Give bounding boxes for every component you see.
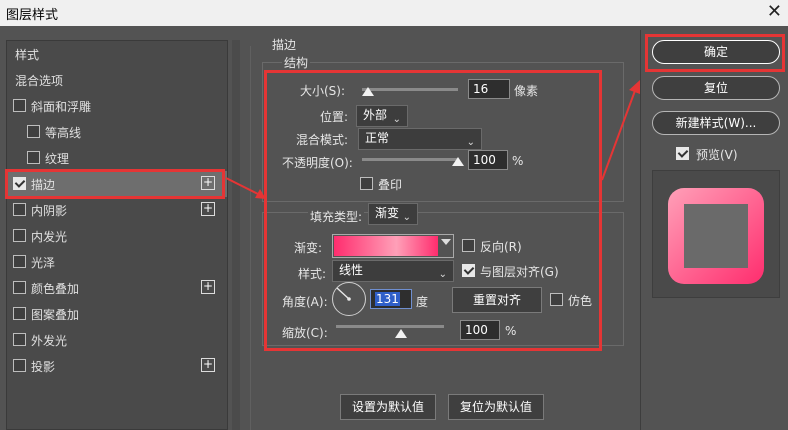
- style-item-label: 图案叠加: [31, 308, 80, 322]
- structure-title: 结构: [282, 54, 311, 71]
- set-default-button[interactable]: 设置为默认值: [340, 394, 436, 420]
- style-list-item[interactable]: 投影 +: [7, 353, 227, 379]
- style-item-label: 等高线: [45, 126, 82, 140]
- style-list: 样式 混合选项 斜面和浮雕 等高线 纹理 描边 + 内阴影 + 内发光 光泽 颜色叠加 + 图案叠加外…: [5, 40, 228, 430]
- style-list-header: 样式: [15, 48, 40, 62]
- style-item-label: 内阴影: [31, 204, 68, 218]
- style-list-item[interactable]: 等高线: [7, 119, 227, 145]
- style-item-label: 颜色叠加: [31, 282, 80, 296]
- ok-button-highlight: [645, 34, 785, 72]
- add-effect-icon[interactable]: +: [201, 280, 215, 294]
- style-item-checkbox[interactable]: [27, 125, 40, 138]
- section-title-stroke: 描边: [272, 38, 297, 52]
- style-list-item[interactable]: 光泽: [7, 249, 227, 275]
- close-icon[interactable]: ✕: [767, 1, 782, 23]
- preview-checkbox[interactable]: [676, 147, 689, 160]
- style-item-checkbox[interactable]: [13, 333, 26, 346]
- style-list-item[interactable]: 内阴影 +: [7, 197, 227, 223]
- selected-item-highlight: [5, 169, 225, 199]
- style-item-checkbox[interactable]: [13, 229, 26, 242]
- new-style-button[interactable]: 新建样式(W)...: [652, 111, 780, 135]
- style-item-checkbox[interactable]: [27, 151, 40, 164]
- style-item-label: 投影: [31, 360, 56, 374]
- style-item-checkbox[interactable]: [13, 99, 26, 112]
- style-item-checkbox[interactable]: [13, 203, 26, 216]
- style-item-label: 斜面和浮雕: [31, 100, 92, 114]
- style-item-label: 光泽: [31, 256, 56, 270]
- annotation-arrow-1: [225, 177, 266, 199]
- style-item-label: 纹理: [45, 152, 70, 166]
- style-list-item[interactable]: 图案叠加: [7, 301, 227, 327]
- window-title: 图层样式: [6, 8, 59, 23]
- preview-thumbnail: [652, 170, 780, 298]
- preview-stroke-shape: [668, 188, 764, 284]
- reset-button[interactable]: 复位: [652, 76, 780, 100]
- add-effect-icon[interactable]: +: [201, 358, 215, 372]
- stroke-settings-highlight: [264, 70, 602, 351]
- style-item-checkbox[interactable]: [13, 359, 26, 372]
- style-item-label: 内发光: [31, 230, 68, 244]
- style-list-item[interactable]: 内发光: [7, 223, 227, 249]
- reset-default-button[interactable]: 复位为默认值: [448, 394, 544, 420]
- title-bar: 图层样式 ✕: [0, 0, 788, 26]
- annotation-arrow-2: [601, 80, 640, 181]
- list-scrollbar[interactable]: [232, 40, 240, 430]
- style-list-item[interactable]: 外发光: [7, 327, 227, 353]
- style-list-item[interactable]: 纹理: [7, 145, 227, 171]
- preview-layer-shape: [684, 204, 748, 268]
- style-item-checkbox[interactable]: [13, 255, 26, 268]
- style-item-checkbox[interactable]: [13, 307, 26, 320]
- style-list-item[interactable]: 斜面和浮雕: [7, 93, 227, 119]
- divider: [250, 46, 251, 430]
- blend-options-item[interactable]: 混合选项: [7, 67, 227, 93]
- style-item-checkbox[interactable]: [13, 281, 26, 294]
- add-effect-icon[interactable]: +: [201, 202, 215, 216]
- style-item-label: 外发光: [31, 334, 68, 348]
- style-list-item[interactable]: 颜色叠加 +: [7, 275, 227, 301]
- preview-label: 预览(V): [696, 148, 738, 162]
